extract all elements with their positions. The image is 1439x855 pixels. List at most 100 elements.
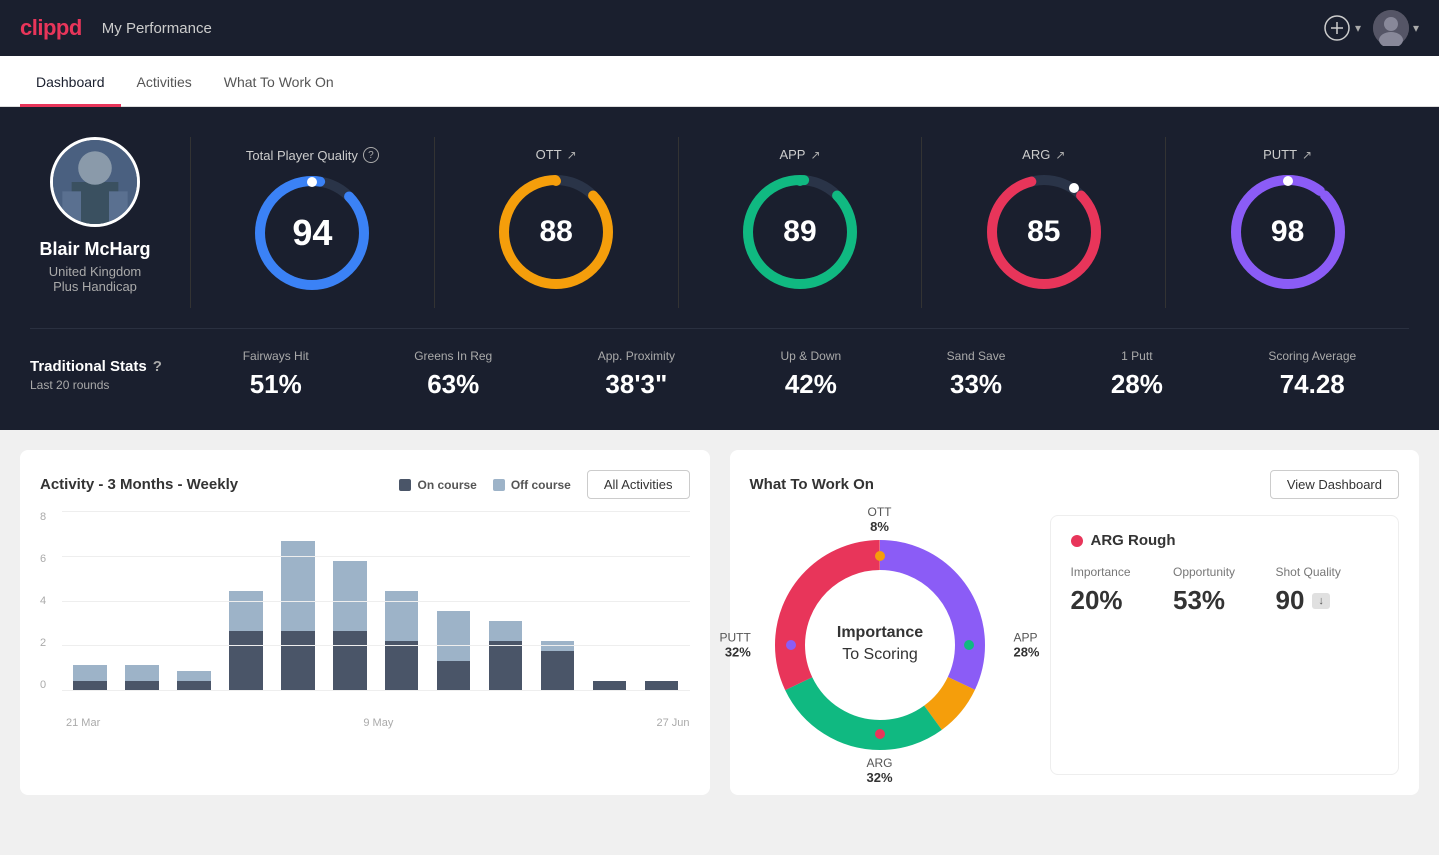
bar-group-6 bbox=[378, 591, 426, 691]
chart-bars-container bbox=[62, 511, 690, 711]
arg-importance-value: 20% bbox=[1071, 585, 1174, 616]
header-title: My Performance bbox=[102, 20, 212, 37]
stat-fairways-label: Fairways Hit bbox=[243, 349, 309, 363]
wtwo-title: What To Work On bbox=[750, 476, 874, 493]
bar-on-4 bbox=[281, 631, 315, 691]
putt-segment-pct: 32% bbox=[720, 645, 751, 660]
y-label-8: 8 bbox=[40, 511, 62, 523]
y-label-6: 6 bbox=[40, 553, 62, 565]
trad-help-icon[interactable]: ? bbox=[153, 358, 162, 375]
bar-on-5 bbox=[333, 631, 367, 691]
legend-off-label: Off course bbox=[511, 478, 571, 492]
bar-group-4 bbox=[274, 541, 322, 691]
bar-off-4 bbox=[281, 541, 315, 631]
arg-stat-importance: Importance 20% bbox=[1071, 565, 1174, 616]
stat-greens-reg: Greens In Reg 63% bbox=[414, 349, 492, 400]
avatar-chevron: ▾ bbox=[1413, 21, 1419, 35]
player-photo bbox=[53, 140, 137, 224]
view-dashboard-button[interactable]: View Dashboard bbox=[1270, 470, 1399, 499]
stats-top: Blair McHarg United Kingdom Plus Handica… bbox=[30, 137, 1409, 308]
add-chevron: ▾ bbox=[1355, 21, 1361, 35]
bar-group-10 bbox=[586, 681, 634, 691]
ott-segment-label: OTT bbox=[868, 505, 892, 519]
bar-off-6 bbox=[385, 591, 419, 641]
chart-area: 0 2 4 6 8 bbox=[40, 511, 690, 731]
bar-off-2 bbox=[177, 671, 211, 681]
stat-sand-save: Sand Save 33% bbox=[947, 349, 1006, 400]
user-avatar-wrapper[interactable]: ▾ bbox=[1373, 10, 1419, 46]
legend-on-dot bbox=[399, 479, 411, 491]
gauge-arg-value: 85 bbox=[1027, 215, 1060, 249]
gauge-app-circle: 89 bbox=[735, 167, 865, 297]
bar-group-7 bbox=[430, 611, 478, 691]
legend-on-label: On course bbox=[417, 478, 476, 492]
activity-header: Activity - 3 Months - Weekly On course O… bbox=[40, 470, 690, 499]
stat-scoring-avg: Scoring Average 74.28 bbox=[1268, 349, 1356, 400]
stat-sand-save-value: 33% bbox=[947, 369, 1006, 400]
bar-off-3 bbox=[229, 591, 263, 631]
bar-on-1 bbox=[125, 681, 159, 691]
x-axis: 21 Mar 9 May 27 Jun bbox=[40, 717, 690, 729]
donut-chart-container: OTT 8% APP 28% ARG 32% PUTT 32% bbox=[750, 515, 1010, 775]
bottom-panels: Activity - 3 Months - Weekly On course O… bbox=[0, 430, 1439, 815]
legend-off-course: Off course bbox=[493, 478, 571, 492]
bar-group-0 bbox=[66, 665, 114, 691]
chart-bars bbox=[62, 511, 690, 691]
stat-greens-value: 63% bbox=[414, 369, 492, 400]
header: clippd My Performance ▾ ▾ bbox=[0, 0, 1439, 56]
bar-on-6 bbox=[385, 641, 419, 691]
shot-quality-badge: ↓ bbox=[1312, 593, 1330, 609]
player-info: Blair McHarg United Kingdom Plus Handica… bbox=[30, 137, 190, 308]
x-label-may: 9 May bbox=[363, 717, 393, 729]
player-handicap: Plus Handicap bbox=[53, 279, 137, 294]
add-button[interactable]: ▾ bbox=[1323, 14, 1361, 42]
app-segment-pct: 28% bbox=[1013, 645, 1039, 660]
bar-off-9 bbox=[541, 641, 575, 651]
activity-title-text: Activity - 3 Months - Weekly bbox=[40, 476, 238, 493]
bar-group-3 bbox=[222, 591, 270, 691]
arg-stats: Importance 20% Opportunity 53% Shot Qual… bbox=[1071, 565, 1379, 616]
bar-on-3 bbox=[229, 631, 263, 691]
gauge-ott-title: OTT ↗ bbox=[536, 147, 577, 162]
wtwo-header: What To Work On View Dashboard bbox=[750, 470, 1400, 499]
ott-label: OTT 8% bbox=[868, 505, 892, 534]
gauge-total-title: Total Player Quality ? bbox=[246, 147, 379, 163]
legend-off-dot bbox=[493, 479, 505, 491]
stat-sand-save-label: Sand Save bbox=[947, 349, 1006, 363]
all-activities-button[interactable]: All Activities bbox=[587, 470, 690, 499]
stat-1-putt: 1 Putt 28% bbox=[1111, 349, 1163, 400]
bar-on-0 bbox=[73, 681, 107, 691]
bar-off-7 bbox=[437, 611, 471, 661]
gauge-putt: PUTT ↗ 98 bbox=[1166, 137, 1409, 308]
gauge-app: APP ↗ 89 bbox=[679, 137, 923, 308]
tab-what-to-work-on[interactable]: What To Work On bbox=[208, 56, 350, 107]
stat-app-prox-value: 38'3" bbox=[598, 369, 675, 400]
bar-on-11 bbox=[645, 681, 679, 691]
stat-up-down-label: Up & Down bbox=[781, 349, 842, 363]
arg-stat-shot-quality: Shot Quality 90 ↓ bbox=[1276, 565, 1379, 616]
gauge-total-circle: 94 bbox=[247, 168, 377, 298]
header-right: ▾ ▾ bbox=[1323, 10, 1419, 46]
arg-arrow-icon: ↗ bbox=[1055, 148, 1065, 162]
stat-up-down-value: 42% bbox=[781, 369, 842, 400]
bar-group-9 bbox=[534, 641, 582, 691]
stat-fairways-value: 51% bbox=[243, 369, 309, 400]
svg-text:To Scoring: To Scoring bbox=[842, 646, 918, 663]
bar-off-5 bbox=[333, 561, 367, 631]
stat-fairways-hit: Fairways Hit 51% bbox=[243, 349, 309, 400]
stat-up-down: Up & Down 42% bbox=[781, 349, 842, 400]
arg-segment-label: ARG bbox=[866, 756, 892, 770]
header-left: clippd My Performance bbox=[20, 15, 212, 41]
arg-stat-opportunity: Opportunity 53% bbox=[1173, 565, 1276, 616]
trad-stats-label: Traditional Stats ? Last 20 rounds bbox=[30, 358, 190, 392]
arg-card-name: ARG Rough bbox=[1091, 532, 1176, 549]
total-help-icon[interactable]: ? bbox=[363, 147, 379, 163]
stat-scoring-avg-label: Scoring Average bbox=[1268, 349, 1356, 363]
app-arrow-icon: ↗ bbox=[810, 148, 820, 162]
tab-dashboard[interactable]: Dashboard bbox=[20, 56, 121, 107]
tab-activities[interactable]: Activities bbox=[121, 56, 208, 107]
what-to-work-on-panel: What To Work On View Dashboard OTT 8% AP… bbox=[730, 450, 1420, 795]
arg-info-card: ARG Rough Importance 20% Opportunity 53%… bbox=[1050, 515, 1400, 775]
trad-stats-title: Traditional Stats ? bbox=[30, 358, 190, 375]
add-circle-icon bbox=[1323, 14, 1351, 42]
